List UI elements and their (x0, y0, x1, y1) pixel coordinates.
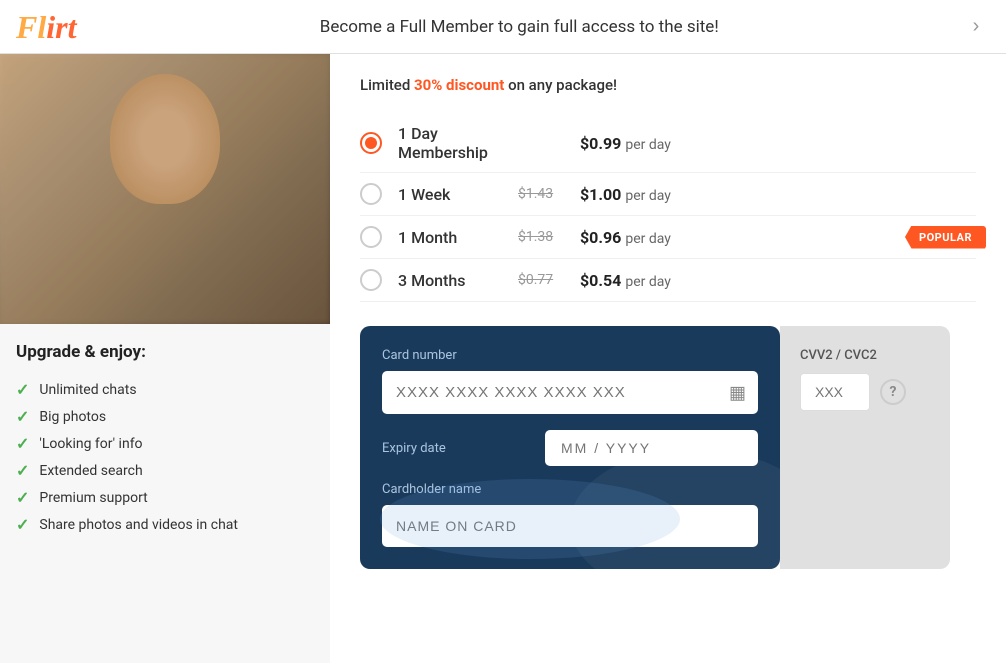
feature-label: Extended search (39, 463, 142, 479)
close-button[interactable]: › (962, 13, 990, 41)
header: Flirt Become a Full Member to gain full … (0, 0, 1006, 54)
popular-badge: POPULAR (905, 226, 986, 249)
check-icon: ✓ (16, 407, 29, 426)
feature-list: ✓ Unlimited chats ✓ Big photos ✓ 'Lookin… (16, 376, 314, 538)
card-and-cvv: Card number ▦ Expiry date Cardholder nam… (360, 326, 976, 569)
feature-extended-search: ✓ Extended search (16, 457, 314, 484)
membership-label-1week: 1 Week (398, 185, 518, 204)
cvv-help-icon[interactable]: ? (880, 379, 906, 405)
payment-section: Card number ▦ Expiry date Cardholder nam… (360, 326, 976, 569)
feature-label: Share photos and videos in chat (39, 517, 238, 533)
membership-row-1month[interactable]: 1 Month $1.38 $0.96 per day POPULAR (360, 216, 976, 259)
card-form: Card number ▦ Expiry date Cardholder nam… (360, 326, 780, 569)
radio-1month[interactable] (360, 226, 382, 248)
feature-premium-support: ✓ Premium support (16, 484, 314, 511)
check-icon: ✓ (16, 515, 29, 534)
membership-label-1day: 1 Day Membership (398, 124, 518, 162)
left-panel: Upgrade & enjoy: ✓ Unlimited chats ✓ Big… (0, 54, 330, 663)
avatar-container (0, 54, 330, 324)
discount-banner: Limited 30% discount on any package! (360, 76, 976, 94)
feature-big-photos: ✓ Big photos (16, 403, 314, 430)
membership-row-1week[interactable]: 1 Week $1.43 $1.00 per day (360, 173, 976, 216)
membership-label-3months: 3 Months (398, 271, 518, 290)
discount-text-before: Limited (360, 76, 414, 94)
main-content: Upgrade & enjoy: ✓ Unlimited chats ✓ Big… (0, 54, 1006, 663)
membership-row-1day[interactable]: 1 Day Membership $0.99 per day (360, 114, 976, 173)
radio-1day[interactable] (360, 132, 382, 154)
cvv-panel: CVV2 / CVC2 ? (780, 326, 950, 569)
cardholder-input[interactable] (382, 505, 758, 547)
card-number-input[interactable] (382, 371, 758, 414)
feature-label: Big photos (39, 409, 106, 425)
cvv-row: ? (800, 373, 930, 411)
card-number-wrapper: ▦ (382, 371, 758, 414)
upgrade-title: Upgrade & enjoy: (16, 342, 314, 362)
card-number-label: Card number (382, 348, 758, 363)
current-price-1week: $1.00 per day (580, 185, 671, 204)
current-price-3months: $0.54 per day (580, 271, 671, 290)
cvv-label: CVV2 / CVC2 (800, 348, 930, 363)
membership-label-1month: 1 Month (398, 228, 518, 247)
feature-unlimited-chats: ✓ Unlimited chats (16, 376, 314, 403)
current-price-1day: $0.99 per day (580, 134, 671, 153)
check-icon: ✓ (16, 461, 29, 480)
check-icon: ✓ (16, 488, 29, 507)
check-icon: ✓ (16, 434, 29, 453)
original-price-1month: $1.38 (518, 229, 568, 245)
feature-looking-for: ✓ 'Looking for' info (16, 430, 314, 457)
discount-text-after: on any package! (504, 76, 617, 94)
logo: Flirt (16, 11, 76, 43)
feature-label: Unlimited chats (39, 382, 136, 398)
header-title: Become a Full Member to gain full access… (76, 17, 962, 37)
radio-3months[interactable] (360, 269, 382, 291)
original-price-1week: $1.43 (518, 186, 568, 202)
avatar (0, 54, 330, 324)
discount-percent: 30% discount (414, 76, 504, 94)
card-chip-icon: ▦ (729, 382, 746, 403)
radio-1week[interactable] (360, 183, 382, 205)
expiry-input[interactable] (545, 430, 758, 466)
feature-label: Premium support (39, 490, 147, 506)
upgrade-section: Upgrade & enjoy: ✓ Unlimited chats ✓ Big… (0, 324, 330, 550)
right-panel: Limited 30% discount on any package! 1 D… (330, 54, 1006, 663)
cardholder-label: Cardholder name (382, 482, 758, 497)
membership-row-3months[interactable]: 3 Months $0.77 $0.54 per day (360, 259, 976, 302)
expiry-row: Expiry date (382, 430, 758, 466)
feature-share-photos: ✓ Share photos and videos in chat (16, 511, 314, 538)
expiry-label: Expiry date (382, 441, 446, 456)
feature-label: 'Looking for' info (39, 436, 142, 452)
current-price-1month: $0.96 per day (580, 228, 671, 247)
check-icon: ✓ (16, 380, 29, 399)
cvv-input[interactable] (800, 373, 870, 411)
original-price-3months: $0.77 (518, 272, 568, 288)
membership-options: 1 Day Membership $0.99 per day 1 Week $1… (360, 114, 976, 302)
